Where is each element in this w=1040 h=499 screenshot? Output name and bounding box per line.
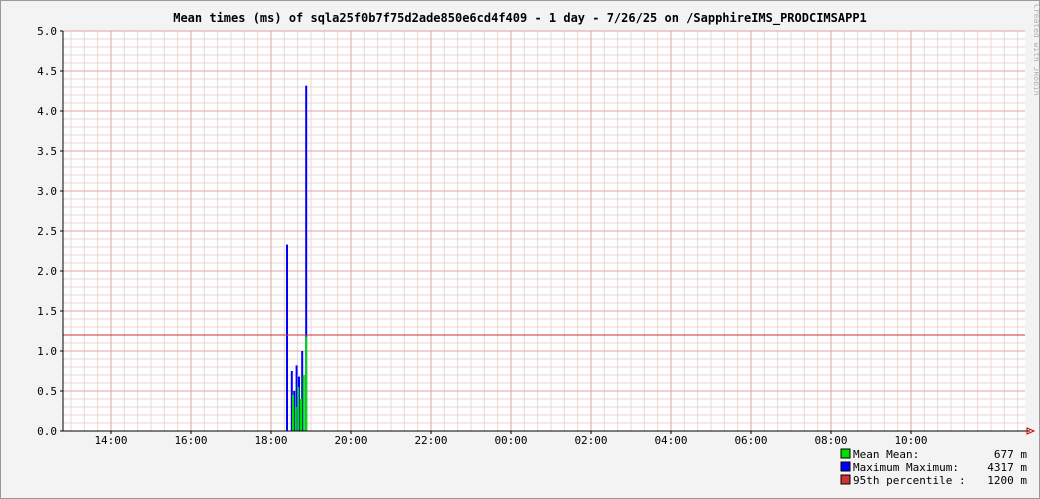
x-tick-label: 02:00 — [574, 434, 607, 447]
bar-mean — [305, 336, 308, 431]
y-tick-label: 1.0 — [37, 345, 57, 358]
y-tick-label: 1.5 — [37, 305, 57, 318]
y-tick-label: 3.0 — [37, 185, 57, 198]
x-tick-label: 10:00 — [894, 434, 927, 447]
legend-swatch — [840, 448, 851, 459]
y-tick-label: 4.0 — [37, 105, 57, 118]
x-axis-ticks: 14:00 16:00 18:00 20:00 22:00 00:00 02:00 04:00… — [94, 431, 928, 447]
y-tick-label: 0.5 — [37, 385, 57, 398]
bar-mean — [297, 387, 300, 431]
watermark-text: Created with JRobin — [1032, 4, 1040, 96]
x-tick-label: 16:00 — [174, 434, 207, 447]
bar-maximum — [286, 244, 288, 431]
chart-title: Mean times (ms) of sqla25f0b7f75d2ade850… — [173, 11, 867, 26]
x-tick-label: 00:00 — [494, 434, 527, 447]
x-tick-label: 22:00 — [414, 434, 447, 447]
x-tick-label: 04:00 — [654, 434, 687, 447]
legend-value: 4317 m — [987, 461, 1027, 474]
x-tick-label: 06:00 — [734, 434, 767, 447]
y-tick-label: 0.0 — [37, 425, 57, 438]
legend-label: 95th percentile : — [853, 474, 966, 487]
y-tick-label: 2.0 — [37, 265, 57, 278]
bar-mean — [300, 399, 302, 431]
legend-swatch — [840, 474, 851, 485]
chart-svg: Mean times (ms) of sqla25f0b7f75d2ade850… — [37, 4, 1040, 487]
legend-value: 677 m — [994, 448, 1027, 461]
legend-label: Maximum Maximum: — [853, 461, 959, 474]
y-tick-label: 5.0 — [37, 25, 57, 38]
x-tick-label: 20:00 — [334, 434, 367, 447]
x-tick-label: 14:00 — [94, 434, 127, 447]
y-axis-ticks: 0.0 0.5 1.0 1.5 2.0 2.5 3.0 3.5 4.0 4.5 5.0 — [37, 25, 63, 438]
legend-label: Mean Mean: — [853, 448, 919, 461]
y-tick-label: 4.5 — [37, 65, 57, 78]
y-tick-label: 2.5 — [37, 225, 57, 238]
bar-mean — [292, 395, 294, 431]
bar-mean — [302, 375, 305, 431]
legend: Mean Mean: 677 m Maximum Maximum: 4317 m 95t… — [840, 448, 1027, 487]
y-tick-label: 3.5 — [37, 145, 57, 158]
legend-value: 1200 m — [987, 474, 1027, 487]
x-tick-label: 08:00 — [814, 434, 847, 447]
legend-swatch — [840, 461, 851, 472]
bar-mean — [294, 407, 297, 431]
x-tick-label: 18:00 — [254, 434, 287, 447]
